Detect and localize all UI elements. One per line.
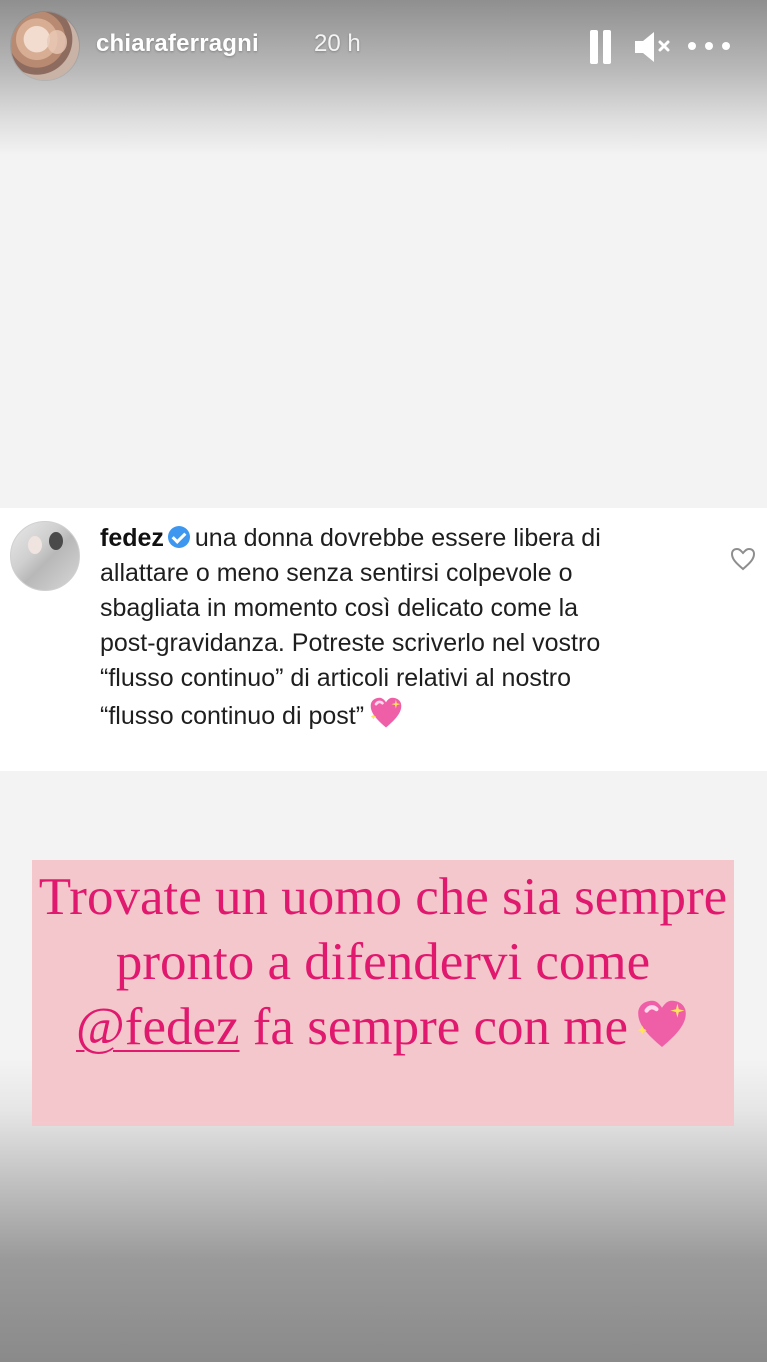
profile-avatar[interactable]	[11, 12, 79, 80]
caption-prefix: Trovate un uomo che sia sempre pronto a …	[38, 868, 728, 991]
comment-body: fedez una donna dovrebbe essere libera di…	[100, 521, 640, 734]
story-username[interactable]: chiaraferragni	[96, 30, 259, 58]
comment-author[interactable]: fedez	[100, 524, 164, 552]
heart-icon[interactable]	[729, 546, 757, 572]
mute-icon[interactable]	[632, 28, 672, 66]
sparkling-heart-icon	[370, 697, 402, 728]
story-timestamp: 20 h	[314, 30, 361, 57]
story-header: chiaraferragni 20 h	[0, 0, 767, 96]
verified-icon	[167, 526, 190, 548]
caption-suffix: fa sempre con me	[239, 998, 629, 1056]
pause-icon[interactable]	[588, 30, 614, 64]
comment-message: una donna dovrebbe essere libera di alla…	[100, 524, 601, 730]
caption-text: Trovate un uomo che sia sempre pronto a …	[38, 865, 728, 1060]
comment-avatar[interactable]	[10, 521, 80, 591]
mention-link[interactable]: @fedez	[76, 998, 240, 1056]
more-options-icon[interactable]	[688, 42, 732, 52]
sparkling-heart-icon	[638, 1000, 686, 1047]
